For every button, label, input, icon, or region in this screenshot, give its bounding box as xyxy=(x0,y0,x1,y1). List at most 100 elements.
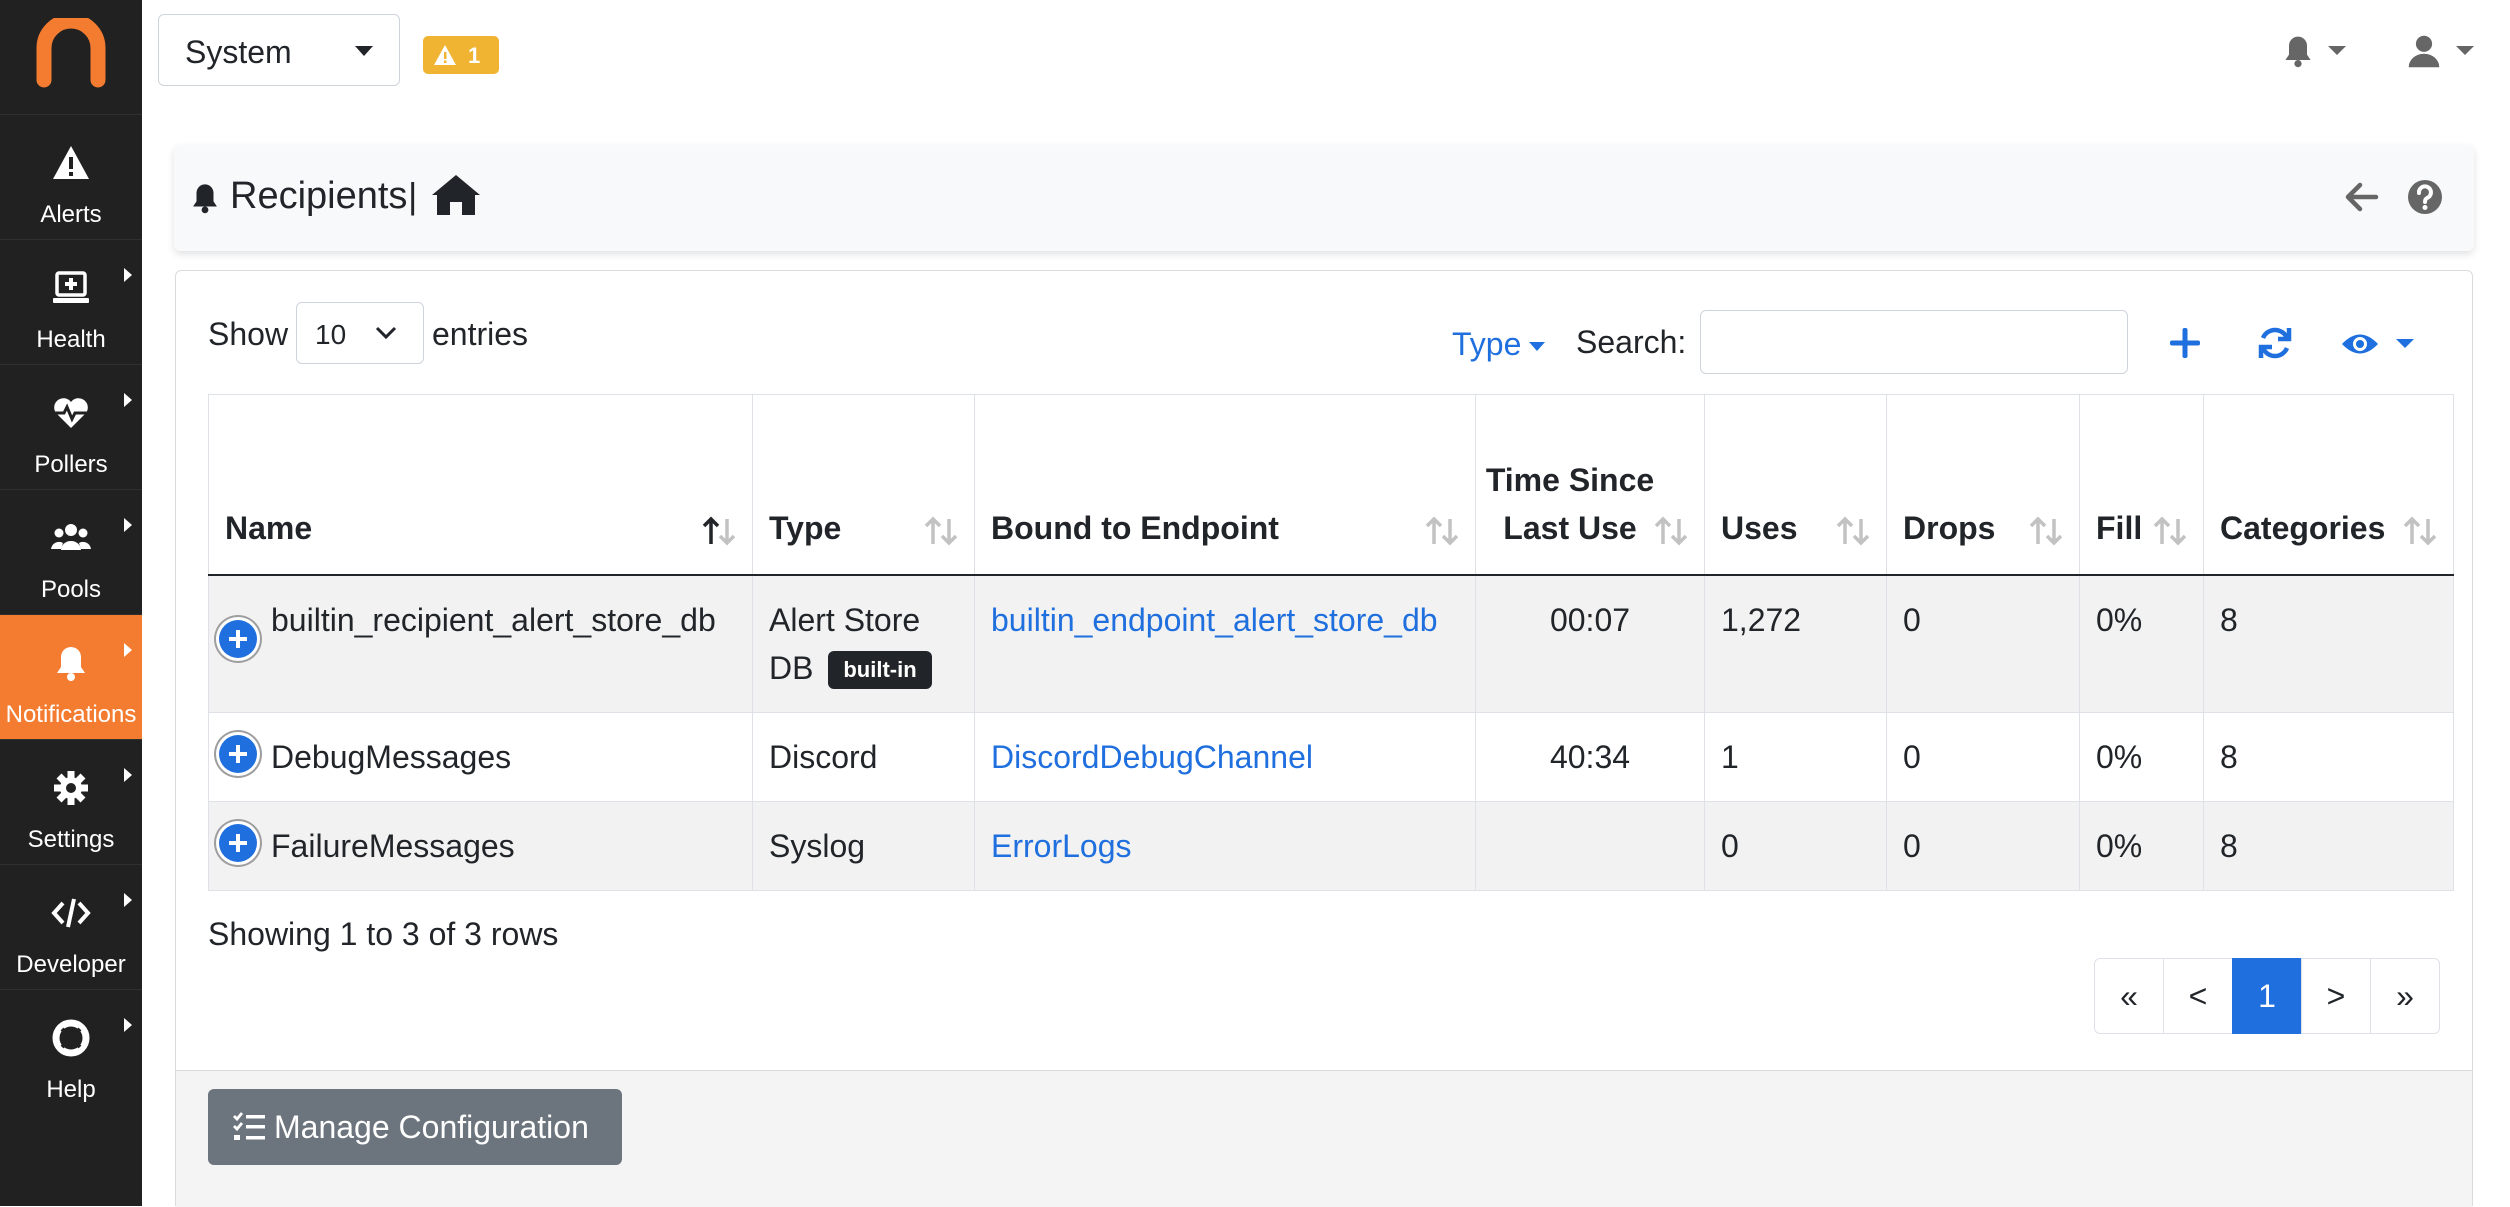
pagination-previous-button[interactable]: < xyxy=(2163,958,2233,1034)
sidebar-item-help[interactable]: Help xyxy=(0,989,142,1114)
cell-name: FailureMessages xyxy=(208,800,753,891)
cell-type: Alert Store DB built-in xyxy=(752,574,975,713)
breadcrumb-separator: | xyxy=(408,175,418,216)
sort-icon xyxy=(1836,516,1870,545)
endpoint-link[interactable]: builtin_endpoint_alert_store_db xyxy=(991,602,1438,638)
pagination: « < 1 > » xyxy=(2094,958,2440,1034)
sidebar-item-label: Developer xyxy=(16,951,126,978)
manage-configuration-button[interactable]: Manage Configuration xyxy=(208,1089,622,1165)
sidebar-item-settings[interactable]: Settings xyxy=(0,739,142,864)
sidebar: Alerts Health Pollers Pools Notification… xyxy=(0,0,142,1206)
lifebuoy-icon xyxy=(51,1018,91,1058)
expand-row-icon[interactable] xyxy=(219,734,257,773)
help-icon[interactable] xyxy=(2406,178,2444,216)
type-filter-dropdown[interactable]: Type xyxy=(1452,326,1546,363)
showing-rows-info: Showing 1 to 3 of 3 rows xyxy=(208,916,559,952)
heartbeat-icon xyxy=(51,393,91,433)
sidebar-item-health[interactable]: Health xyxy=(0,239,142,364)
column-header-name[interactable]: Name xyxy=(208,394,753,576)
chevron-right-icon xyxy=(124,643,132,657)
column-visibility-dropdown[interactable] xyxy=(2340,326,2414,362)
cell-type: Syslog xyxy=(752,800,975,891)
cell-fill: 0% xyxy=(2079,711,2204,802)
system-select[interactable]: System xyxy=(158,14,400,86)
sort-icon xyxy=(1654,516,1688,545)
cell-uses: 1,272 xyxy=(1704,574,1887,713)
caret-down-icon xyxy=(2396,339,2414,348)
search-input[interactable] xyxy=(1700,310,2128,374)
cell-time-since-last-use xyxy=(1475,800,1705,891)
app-logo[interactable] xyxy=(36,13,106,88)
sidebar-item-label: Pools xyxy=(40,576,102,603)
sort-icon xyxy=(924,516,958,545)
code-icon xyxy=(51,893,91,933)
bell-icon xyxy=(51,643,91,683)
cell-endpoint: builtin_endpoint_alert_store_db xyxy=(974,574,1476,713)
home-icon[interactable] xyxy=(430,173,482,217)
show-label: Show xyxy=(208,316,289,352)
warning-icon xyxy=(434,45,456,65)
cell-drops: 0 xyxy=(1886,574,2080,713)
user-menu-dropdown[interactable] xyxy=(2406,32,2482,72)
sidebar-item-label: Help xyxy=(46,1076,96,1103)
pagination-first-button[interactable]: « xyxy=(2094,958,2164,1034)
sidebar-item-label: Notifications xyxy=(5,701,137,728)
entries-per-page-value: 10 xyxy=(315,319,347,350)
cell-fill: 0% xyxy=(2079,574,2204,713)
add-recipient-button[interactable] xyxy=(2167,325,2203,361)
cell-time-since-last-use: 40:34 xyxy=(1475,711,1705,802)
table-header-row: Name Type Bound to Endpoint Time Since L… xyxy=(208,394,2454,576)
sidebar-item-label: Alerts xyxy=(40,201,102,228)
back-arrow-icon[interactable] xyxy=(2344,179,2380,215)
type-filter-label: Type xyxy=(1452,326,1522,362)
caret-down-icon xyxy=(355,46,373,56)
bell-icon xyxy=(2285,36,2311,68)
sidebar-item-label: Settings xyxy=(27,826,115,853)
sidebar-item-developer[interactable]: Developer xyxy=(0,864,142,989)
entries-per-page-select[interactable]: 10 xyxy=(296,302,424,364)
column-header-endpoint[interactable]: Bound to Endpoint xyxy=(974,394,1476,576)
cell-drops: 0 xyxy=(1886,800,2080,891)
cell-endpoint: DiscordDebugChannel xyxy=(974,711,1476,802)
column-header-uses[interactable]: Uses xyxy=(1704,394,1887,576)
cell-drops: 0 xyxy=(1886,711,2080,802)
cell-uses: 0 xyxy=(1704,800,1887,891)
pagination-last-button[interactable]: » xyxy=(2370,958,2440,1034)
sidebar-item-pollers[interactable]: Pollers xyxy=(0,364,142,489)
column-header-fill[interactable]: Fill xyxy=(2079,394,2204,576)
endpoint-link[interactable]: DiscordDebugChannel xyxy=(991,739,1313,775)
monitor-plus-icon xyxy=(51,268,91,308)
chevron-right-icon xyxy=(124,1018,132,1032)
column-header-categories[interactable]: Categories xyxy=(2203,394,2454,576)
notifications-dropdown[interactable] xyxy=(2280,32,2356,72)
pagination-page-1-button[interactable]: 1 xyxy=(2232,958,2302,1034)
column-header-drops[interactable]: Drops xyxy=(1886,394,2080,576)
sidebar-item-label: Pollers xyxy=(34,451,108,478)
caret-down-icon xyxy=(2456,46,2474,55)
sidebar-item-notifications[interactable]: Notifications xyxy=(0,614,142,739)
expand-row-icon[interactable] xyxy=(219,823,257,862)
cell-categories: 8 xyxy=(2203,574,2454,713)
chevron-right-icon xyxy=(124,768,132,782)
alert-count-badge[interactable]: 1 xyxy=(423,36,499,74)
cell-categories: 8 xyxy=(2203,800,2454,891)
table-row[interactable]: builtin_recipient_alert_store_db Alert S… xyxy=(208,574,2454,713)
endpoint-link[interactable]: ErrorLogs xyxy=(991,828,1132,864)
table-row[interactable]: FailureMessages Syslog ErrorLogs 0 0 0% … xyxy=(208,800,2454,891)
sort-icon xyxy=(2153,516,2187,545)
expand-row-icon[interactable] xyxy=(219,619,257,658)
chevron-right-icon xyxy=(124,393,132,407)
list-check-icon xyxy=(233,1112,265,1140)
pagination-next-button[interactable]: > xyxy=(2301,958,2371,1034)
refresh-button[interactable] xyxy=(2256,324,2294,362)
sidebar-item-alerts[interactable]: Alerts xyxy=(0,114,142,239)
cell-type: Discord xyxy=(752,711,975,802)
column-header-time-since-last-use[interactable]: Time Since Last Use xyxy=(1475,394,1705,576)
sidebar-item-pools[interactable]: Pools xyxy=(0,489,142,614)
sort-ascending-icon xyxy=(702,516,736,545)
table-row[interactable]: DebugMessages Discord DiscordDebugChanne… xyxy=(208,711,2454,802)
sort-icon xyxy=(2029,516,2063,545)
column-header-type[interactable]: Type xyxy=(752,394,975,576)
sort-icon xyxy=(1425,516,1459,545)
entries-label: entries xyxy=(432,316,529,352)
